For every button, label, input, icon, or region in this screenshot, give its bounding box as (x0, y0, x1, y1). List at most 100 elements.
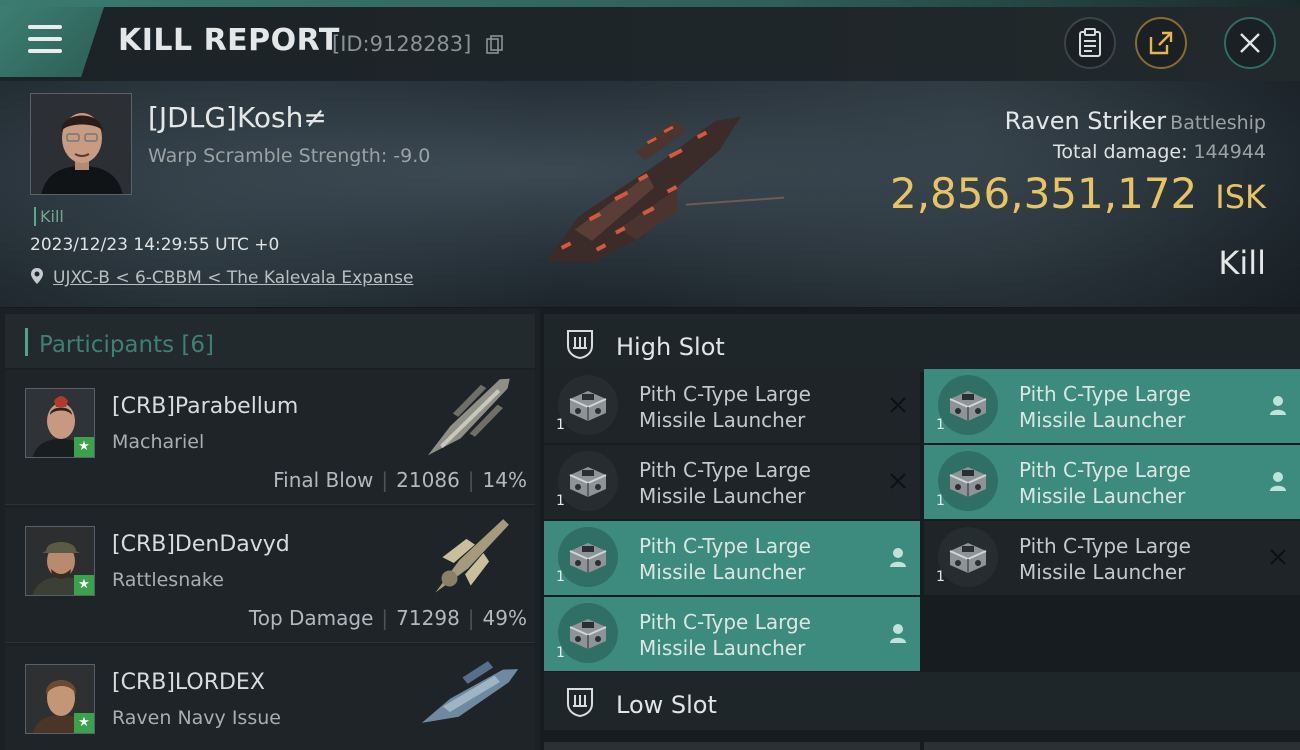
module-quantity: 1 (936, 569, 945, 585)
isk-value-block: 2,856,351,172 ISK (890, 169, 1266, 218)
missile-launcher-icon (938, 375, 998, 435)
participant-name: [CRB]DenDavyd (112, 532, 290, 557)
clipboard-icon (1079, 28, 1101, 57)
high-slot-module[interactable]: 1 Pith C-Type Large Missile Launcher (924, 369, 1300, 443)
participant-ship-image (421, 661, 519, 723)
fitting-panel: High Slot 1 Pith C-Type Large Missile Lau… (540, 308, 1300, 750)
missile-launcher-icon (938, 527, 998, 587)
module-name: Pith C-Type Large Missile Launcher (639, 610, 811, 660)
destroyed-x-icon (886, 393, 910, 417)
clipboard-button[interactable] (1064, 17, 1116, 69)
participant-ship: Raven Navy Issue (112, 707, 281, 729)
module-name: Pith C-Type Large Missile Launcher (1019, 534, 1191, 584)
participants-label: Participants (39, 332, 175, 358)
module-quantity: 1 (556, 569, 565, 585)
victim-ship[interactable]: Raven Striker Battleship (1005, 107, 1266, 135)
share-icon (1149, 31, 1173, 55)
participant-avatar: ★ (25, 664, 95, 734)
participant-percent: 49% (482, 606, 527, 630)
star-icon: ★ (74, 437, 94, 457)
destroyed-x-icon (886, 469, 910, 493)
high-slot-module[interactable]: 1 Pith C-Type Large Missile Launcher (544, 521, 920, 595)
participant-card[interactable]: ★ [CRB]LORDEX Raven Navy Issue (5, 646, 535, 750)
location-link[interactable]: UJXC-B < 6-CBBM < The Kalevala Expanse (53, 268, 413, 288)
participant-stats: Final Blow | 21086 | 14% (273, 468, 527, 492)
star-icon: ★ (74, 713, 94, 733)
participant-ship: Machariel (112, 431, 205, 453)
dropped-person-icon (1266, 393, 1290, 417)
participant-damage: 71298 (396, 606, 460, 630)
isk-unit: ISK (1215, 178, 1266, 216)
close-icon (1240, 33, 1260, 53)
module-quantity: 1 (936, 493, 945, 509)
ship-name: Raven Striker (1004, 107, 1167, 135)
participants-count: [6] (181, 332, 215, 358)
kill-tag: Kill (34, 207, 64, 226)
menu-button[interactable] (0, 7, 104, 77)
slot-icon (567, 330, 593, 360)
high-slot-header: High Slot (544, 314, 1300, 372)
high-slot-module[interactable]: 1 Pith C-Type Large Missile Launcher (544, 369, 920, 443)
missile-launcher-icon (558, 451, 618, 511)
dropped-person-icon (1266, 469, 1290, 493)
high-slot-title: High Slot (616, 333, 725, 361)
total-damage-value: 144944 (1193, 141, 1266, 163)
participant-avatar: ★ (25, 526, 95, 596)
warp-scramble-strength: Warp Scramble Strength: -9.0 (148, 145, 431, 167)
missile-launcher-icon (938, 451, 998, 511)
victim-ship-image[interactable] (510, 111, 790, 286)
module-quantity: 1 (556, 645, 565, 661)
low-slot-module-peek[interactable] (924, 742, 1300, 750)
dropped-person-icon (886, 545, 910, 569)
participant-avatar: ★ (25, 388, 95, 458)
avatar (31, 94, 131, 194)
high-slot-module[interactable]: 1 Pith C-Type Large Missile Launcher (544, 597, 920, 671)
participant-card[interactable]: ★ [CRB]DenDavyd Rattlesnake Top Damage | 7… (5, 508, 535, 643)
isk-value: 2,856,351,172 (889, 169, 1198, 218)
module-name: Pith C-Type Large Missile Launcher (639, 382, 811, 432)
victim-banner: [JDLG]Kosh≠ Warp Scramble Strength: -9.0… (0, 81, 1300, 307)
top-accent-line (0, 0, 1300, 7)
share-button[interactable] (1135, 17, 1187, 69)
victim-portrait[interactable] (30, 93, 132, 195)
participant-stats: Top Damage | 71298 | 49% (248, 606, 527, 630)
participant-name: [CRB]LORDEX (112, 670, 265, 695)
header-bar: KILL REPORT [ID:9128283] (0, 7, 1300, 81)
participants-panel: Participants [6] ★ [CRB]Parabellum Macha… (0, 308, 540, 750)
star-icon: ★ (74, 575, 94, 595)
participant-role: Top Damage (248, 606, 374, 630)
menu-icon-line (28, 37, 62, 41)
kill-datetime: 2023/12/23 14:29:55 UTC +0 (30, 235, 280, 255)
low-slot-title: Low Slot (616, 691, 717, 719)
copy-icon[interactable] (486, 35, 504, 55)
participant-name: [CRB]Parabellum (112, 394, 299, 419)
location-pin-icon (31, 268, 43, 284)
menu-icon-line (28, 49, 62, 53)
low-slot-module-peek[interactable] (544, 742, 920, 750)
destroyed-x-icon (1266, 545, 1290, 569)
participant-card[interactable]: ★ [CRB]Parabellum Machariel Final Blow | 2… (5, 370, 535, 505)
participant-damage: 21086 (396, 468, 460, 492)
total-damage: Total damage: 144944 (1053, 141, 1266, 163)
participants-title: Participants [6] (39, 332, 214, 358)
module-quantity: 1 (556, 493, 565, 509)
participants-accent (25, 328, 28, 356)
module-name: Pith C-Type Large Missile Launcher (1019, 458, 1191, 508)
high-slot-module[interactable]: 1 Pith C-Type Large Missile Launcher (544, 445, 920, 519)
slot-icon (567, 688, 593, 718)
total-damage-label: Total damage: (1053, 141, 1188, 163)
participant-role: Final Blow (273, 468, 374, 492)
ship-class: Battleship (1170, 112, 1266, 134)
high-slot-module[interactable]: 1 Pith C-Type Large Missile Launcher (924, 445, 1300, 519)
missile-launcher-icon (558, 375, 618, 435)
missile-launcher-icon (558, 603, 618, 663)
module-name: Pith C-Type Large Missile Launcher (639, 458, 811, 508)
menu-icon-line (28, 25, 62, 29)
participant-ship-image (427, 378, 510, 456)
participant-ship: Rattlesnake (112, 569, 224, 591)
high-slot-module[interactable]: 1 Pith C-Type Large Missile Launcher (924, 521, 1300, 595)
victim-name[interactable]: [JDLG]Kosh≠ (148, 101, 327, 134)
participant-ship-image (435, 519, 509, 593)
close-button[interactable] (1224, 17, 1276, 69)
result-label: Kill (1218, 244, 1266, 282)
